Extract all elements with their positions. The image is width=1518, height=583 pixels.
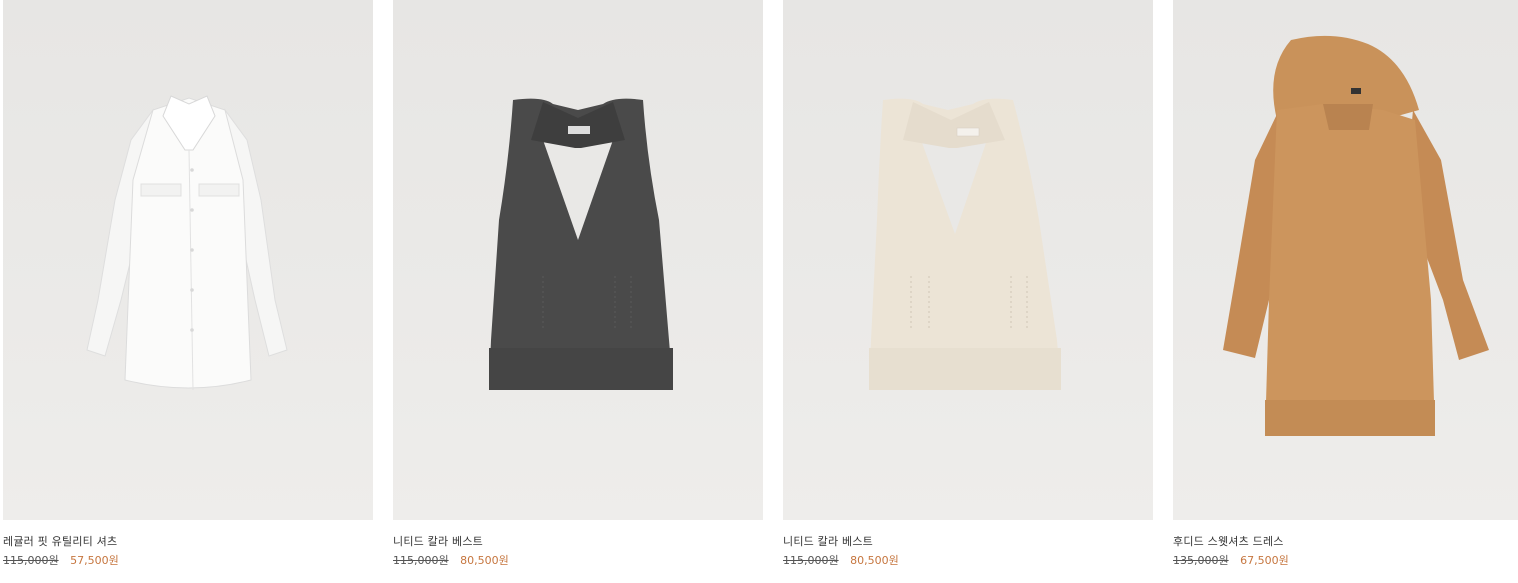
product-prices: 115,000원 80,500원 [783, 552, 899, 568]
sale-price: 80,500원 [850, 554, 899, 567]
product-image[interactable] [3, 0, 373, 520]
cream-knit-vest-image [869, 98, 1061, 390]
original-price: 115,000원 [393, 554, 449, 567]
product-image[interactable] [1173, 0, 1518, 520]
product-name[interactable]: 니티드 칼라 베스트 [783, 533, 873, 549]
charcoal-knit-vest-image [489, 98, 673, 390]
product-name[interactable]: 니티드 칼라 베스트 [393, 533, 483, 549]
sale-price: 57,500원 [70, 554, 119, 567]
camel-hoodie-dress-image [1223, 35, 1489, 436]
product-card[interactable]: 니티드 칼라 베스트 115,000원 80,500원 [783, 0, 1153, 583]
original-price: 115,000원 [3, 554, 59, 567]
sale-price: 67,500원 [1240, 554, 1289, 567]
white-shirt-image [86, 95, 288, 391]
product-image[interactable] [393, 0, 763, 520]
original-price: 115,000원 [783, 554, 839, 567]
product-prices: 115,000원 57,500원 [3, 552, 119, 568]
product-prices: 115,000원 80,500원 [393, 552, 509, 568]
product-name[interactable]: 레귤러 핏 유틸리티 셔츠 [3, 533, 117, 549]
product-image[interactable] [783, 0, 1153, 520]
product-name[interactable]: 후디드 스웻셔츠 드레스 [1173, 533, 1284, 549]
original-price: 135,000원 [1173, 554, 1229, 567]
product-card[interactable]: 니티드 칼라 베스트 115,000원 80,500원 [393, 0, 763, 583]
product-prices: 135,000원 67,500원 [1173, 552, 1289, 568]
sale-price: 80,500원 [460, 554, 509, 567]
product-card[interactable]: 후디드 스웻셔츠 드레스 135,000원 67,500원 [1173, 0, 1518, 583]
product-grid: 레귤러 핏 유틸리티 셔츠 115,000원 57,500원 니티드 칼라 베스… [0, 0, 1518, 583]
product-card[interactable]: 레귤러 핏 유틸리티 셔츠 115,000원 57,500원 [3, 0, 373, 583]
